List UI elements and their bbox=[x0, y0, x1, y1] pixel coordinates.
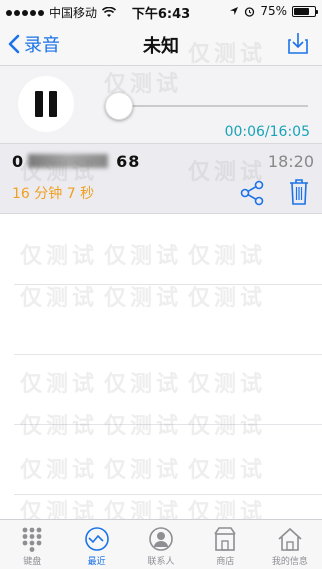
audio-player: 00:06/16:05 bbox=[0, 66, 322, 144]
redacted-number-mask bbox=[28, 154, 108, 168]
keypad-icon bbox=[22, 527, 42, 552]
battery-percent: 75% bbox=[260, 4, 287, 18]
phone-screen: 中国移动 下午6:43 75% 录音 未知 00:06/16:05 0 68 1… bbox=[0, 0, 322, 569]
watermark: 仅测试 bbox=[104, 244, 183, 269]
download-icon[interactable] bbox=[286, 31, 310, 55]
tab-keypad[interactable]: 键盘 bbox=[0, 520, 64, 569]
location-arrow-icon bbox=[230, 7, 239, 15]
status-bar: 中国移动 下午6:43 75% bbox=[0, 0, 322, 22]
watermark: 仅测试 bbox=[20, 372, 99, 397]
recording-time: 18:20 bbox=[267, 152, 314, 171]
tab-label: 键盘 bbox=[23, 557, 42, 567]
home-icon bbox=[278, 527, 302, 551]
tab-bar: 键盘 最近 联系人 商店 我的信息 bbox=[0, 519, 322, 569]
recording-duration: 16 分钟 7 秒 bbox=[12, 186, 95, 202]
battery-icon bbox=[292, 5, 318, 17]
tab-my-info[interactable]: 我的信息 bbox=[258, 520, 322, 569]
alarm-icon bbox=[245, 6, 255, 17]
watermark: 仅测试 bbox=[104, 372, 183, 397]
watermark: 仅测试 bbox=[20, 244, 99, 269]
list-separator bbox=[14, 354, 322, 355]
list-separator bbox=[14, 494, 322, 495]
playback-slider-knob[interactable] bbox=[105, 92, 134, 120]
contacts-icon bbox=[149, 527, 173, 551]
tab-recents[interactable]: 最近 bbox=[64, 520, 128, 569]
pause-icon bbox=[35, 91, 43, 117]
tab-label: 我的信息 bbox=[271, 557, 308, 567]
share-icon[interactable] bbox=[240, 180, 266, 206]
playback-time: 00:06/16:05 bbox=[224, 124, 310, 140]
page-title: 未知 bbox=[143, 36, 179, 57]
playback-slider-track[interactable] bbox=[106, 105, 308, 107]
list-separator bbox=[14, 424, 322, 425]
tab-label: 联系人 bbox=[147, 557, 175, 567]
pause-button[interactable] bbox=[18, 76, 74, 132]
tab-store[interactable]: 商店 bbox=[193, 520, 257, 569]
tab-label: 最近 bbox=[87, 557, 106, 567]
recording-item[interactable]: 0 68 18:20 16 分钟 7 秒 bbox=[0, 144, 322, 214]
watermark: 仅测试 bbox=[188, 458, 267, 483]
tab-contacts[interactable]: 联系人 bbox=[129, 520, 193, 569]
navigation-bar: 录音 未知 bbox=[0, 22, 322, 66]
watermark: 仅测试 bbox=[188, 372, 267, 397]
watermark: 仅测试 bbox=[104, 458, 183, 483]
status-right: 75% bbox=[229, 4, 318, 18]
battery-fill bbox=[294, 7, 309, 15]
store-icon bbox=[214, 527, 237, 551]
list-separator bbox=[14, 284, 322, 285]
trash-icon[interactable] bbox=[288, 178, 310, 206]
recents-clock-icon bbox=[84, 527, 109, 551]
watermark: 仅测试 bbox=[188, 244, 267, 269]
watermark: 仅测试 bbox=[20, 458, 99, 483]
tab-label: 商店 bbox=[216, 557, 235, 567]
